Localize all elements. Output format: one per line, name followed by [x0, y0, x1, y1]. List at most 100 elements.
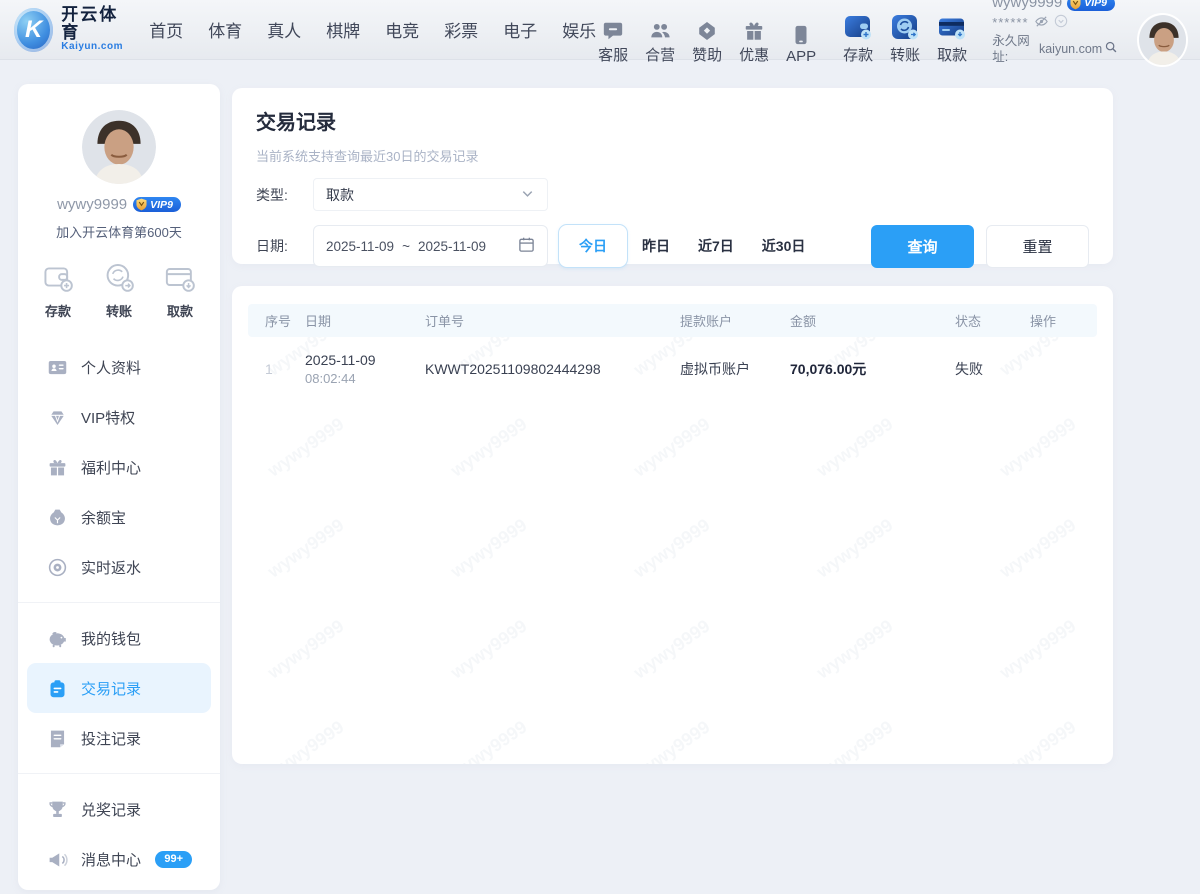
sidebar-item-bet-records[interactable]: 投注记录: [27, 713, 211, 763]
sidebar-deposit-button[interactable]: 存款: [42, 261, 74, 320]
cell-order-no: KWWT20251109802444298: [425, 361, 680, 377]
profile-vip-text: VIP9: [150, 199, 173, 211]
sidebar-item-welfare[interactable]: 福利中心: [27, 442, 211, 492]
sponsor-button[interactable]: 赞助: [690, 16, 724, 65]
money-bag-icon: [46, 507, 68, 528]
date-range-input[interactable]: 2025-11-09 ~ 2025-11-09: [313, 225, 548, 267]
user-info-block: wywy9999 VIP9 ****** 永久网址:: [992, 0, 1118, 65]
nav-link-slots[interactable]: 电子: [503, 17, 537, 42]
deposit-label: 存款: [843, 44, 873, 65]
sidebar-item-label: 余额宝: [81, 507, 126, 528]
bet-note-icon: [46, 728, 68, 749]
sidebar-item-my-wallet[interactable]: 我的钱包: [27, 613, 211, 663]
records-table-card: wywy9999wywy9999wywy9999wywy9999wywy9999…: [232, 286, 1113, 764]
sidebar-item-prize-records[interactable]: 兑奖记录: [27, 784, 211, 834]
partners-button[interactable]: 合营: [643, 16, 677, 65]
cell-account: 虚拟币账户: [680, 359, 790, 379]
app-download-label: APP: [786, 48, 816, 65]
brand-logo-icon: K: [14, 8, 53, 52]
profile-avatar: [82, 110, 156, 184]
date-label: 日期:: [256, 236, 298, 256]
piggy-wallet-icon: [46, 628, 68, 649]
welfare-gift-icon: [46, 457, 68, 478]
nav-link-lottery[interactable]: 彩票: [444, 17, 478, 42]
vip-shield-icon: [135, 198, 148, 211]
table-header-row: 序号 日期 订单号 提款账户 金额 状态 操作: [248, 304, 1097, 337]
url-search-icon[interactable]: [1104, 40, 1118, 59]
nav-link-home[interactable]: 首页: [149, 17, 183, 42]
column-header-account: 提款账户: [680, 311, 790, 330]
table-row: 1 2025-11-09 08:02:44 KWWT20251109802444…: [248, 337, 1097, 401]
message-count-badge: 99+: [155, 851, 192, 868]
vip-shield-icon: [1069, 0, 1082, 10]
brand-name: 开云体育: [61, 6, 129, 42]
withdraw-label: 取款: [937, 44, 967, 65]
main-nav-links: 首页 体育 真人 棋牌 电竞 彩票 电子 娱乐: [149, 17, 596, 42]
column-header-amount: 金额: [790, 311, 955, 330]
sidebar-item-label: VIP特权: [81, 407, 135, 428]
sidebar-item-yuebao[interactable]: 余额宝: [27, 492, 211, 542]
transfer-label: 转账: [890, 44, 920, 65]
withdraw-button[interactable]: 取款: [935, 16, 969, 65]
deposit-button[interactable]: 存款: [841, 16, 875, 65]
cell-date-day: 2025-11-09: [305, 352, 425, 368]
profile-vip-badge: VIP9: [133, 197, 181, 212]
nav-link-chess[interactable]: 棋牌: [326, 17, 360, 42]
customer-service-button[interactable]: 客服: [596, 16, 630, 65]
menu-group-wallet: 我的钱包 交易记录 投注记录: [18, 602, 220, 773]
username-text: wywy9999: [992, 0, 1062, 13]
brand-domain: Kaiyun.com: [61, 42, 129, 53]
date-start-value: 2025-11-09: [326, 239, 394, 254]
range-30days-button[interactable]: 近30日: [748, 224, 820, 268]
sidebar-item-rebate[interactable]: 实时返水: [27, 542, 211, 592]
app-download-button[interactable]: APP: [784, 20, 818, 65]
sidebar: wywy9999 VIP9 加入开云体育第600天 存款 转账: [18, 84, 220, 890]
cell-date: 2025-11-09 08:02:44: [305, 352, 425, 386]
promotions-label: 优惠: [739, 44, 769, 65]
deposit-wallet-icon: [42, 261, 74, 296]
sidebar-withdraw-button[interactable]: 取款: [164, 261, 196, 320]
vip-gem-icon: [46, 407, 68, 428]
sidebar-item-transaction-records[interactable]: 交易记录: [27, 663, 211, 713]
brand-logo[interactable]: K 开云体育 Kaiyun.com: [14, 6, 129, 52]
customer-service-icon: [602, 16, 624, 42]
sidebar-item-message-center[interactable]: 消息中心 99+: [27, 834, 211, 884]
nav-link-live[interactable]: 真人: [267, 17, 301, 42]
transfer-button[interactable]: 转账: [888, 16, 922, 65]
column-header-action: 操作: [1030, 311, 1080, 330]
withdraw-icon: [937, 16, 967, 42]
phone-icon: [790, 20, 812, 46]
sidebar-quick-actions: 存款 转账 取款: [18, 261, 220, 320]
promotions-button[interactable]: 优惠: [737, 16, 771, 65]
refresh-balance-icon[interactable]: [1054, 14, 1068, 32]
reset-button[interactable]: 重置: [986, 225, 1089, 268]
type-filter-row: 类型: 取款: [256, 178, 1089, 211]
nav-link-sports[interactable]: 体育: [208, 17, 242, 42]
sidebar-item-vip[interactable]: VIP特权: [27, 392, 211, 442]
date-end-value: 2025-11-09: [418, 239, 486, 254]
sidebar-item-profile[interactable]: 个人资料: [27, 342, 211, 392]
vip-level-text: VIP9: [1084, 0, 1107, 10]
search-button[interactable]: 查询: [871, 225, 974, 268]
masked-balance: ******: [992, 15, 1028, 31]
user-avatar[interactable]: [1139, 15, 1186, 65]
filter-card: 交易记录 当前系统支持查询最近30日的交易记录 类型: 取款 日期: 2025-…: [232, 88, 1113, 264]
range-7days-button[interactable]: 近7日: [684, 224, 748, 268]
eye-off-icon[interactable]: [1034, 14, 1049, 33]
date-filter-row: 日期: 2025-11-09 ~ 2025-11-09 今日 昨日 近7日 近3…: [256, 224, 1089, 268]
sidebar-item-label: 兑奖记录: [81, 799, 141, 820]
nav-link-entertainment[interactable]: 娱乐: [562, 17, 596, 42]
sponsor-label: 赞助: [692, 44, 722, 65]
profile-section: wywy9999 VIP9 加入开云体育第600天: [18, 110, 220, 241]
sidebar-item-label: 交易记录: [81, 678, 141, 699]
quick-range-group: 今日 昨日 近7日 近30日: [558, 224, 819, 268]
range-today-button[interactable]: 今日: [558, 224, 628, 268]
sidebar-transfer-button[interactable]: 转账: [103, 261, 135, 320]
brand-logo-text: 开云体育 Kaiyun.com: [61, 6, 129, 52]
sidebar-item-label: 消息中心: [81, 849, 141, 870]
top-navbar: K 开云体育 Kaiyun.com 首页 体育 真人 棋牌 电竞 彩票 电子 娱…: [0, 0, 1200, 60]
type-select[interactable]: 取款: [313, 178, 548, 211]
nav-link-esports[interactable]: 电竞: [385, 17, 419, 42]
range-yesterday-button[interactable]: 昨日: [628, 224, 684, 268]
partners-icon: [649, 16, 671, 42]
